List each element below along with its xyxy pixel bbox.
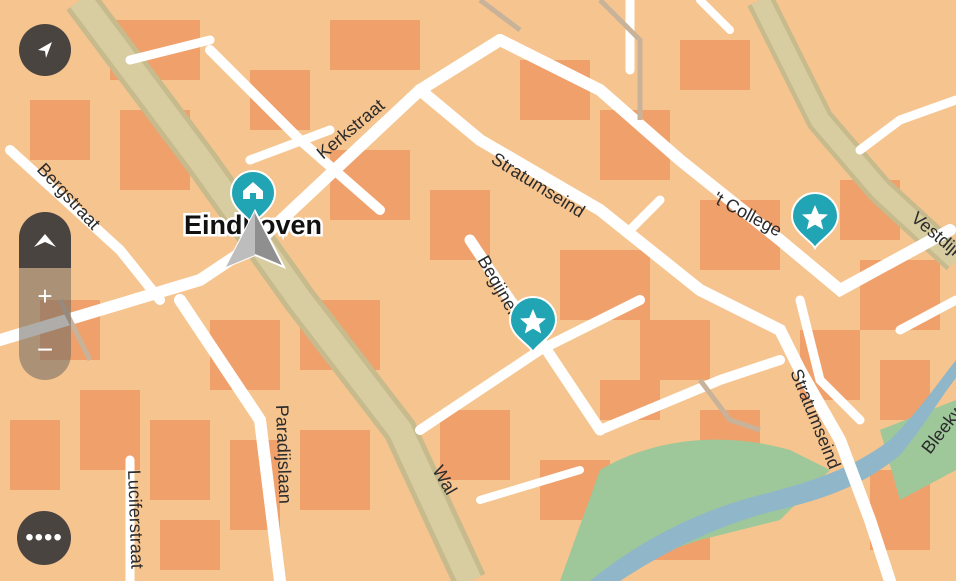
more-button[interactable]: •••• [17, 511, 71, 565]
back-button[interactable] [19, 24, 71, 76]
zoom-out-button[interactable]: − [19, 324, 71, 376]
back-arrow-icon [38, 42, 52, 58]
zoom-in-button[interactable]: + [19, 270, 71, 322]
chevron-up-icon [34, 234, 56, 247]
street-label-paradijslaan: Paradijslaan [272, 404, 295, 504]
zoom-controls: + − [19, 212, 71, 380]
zoom-mode-button[interactable] [19, 212, 71, 268]
map-view[interactable]: Kerkstraat Bergstraat Stratumseind 't Co… [0, 0, 956, 581]
map-screen: Kerkstraat Bergstraat Stratumseind 't Co… [0, 0, 956, 581]
street-label-luciferstraat: Luciferstraat [124, 469, 147, 569]
